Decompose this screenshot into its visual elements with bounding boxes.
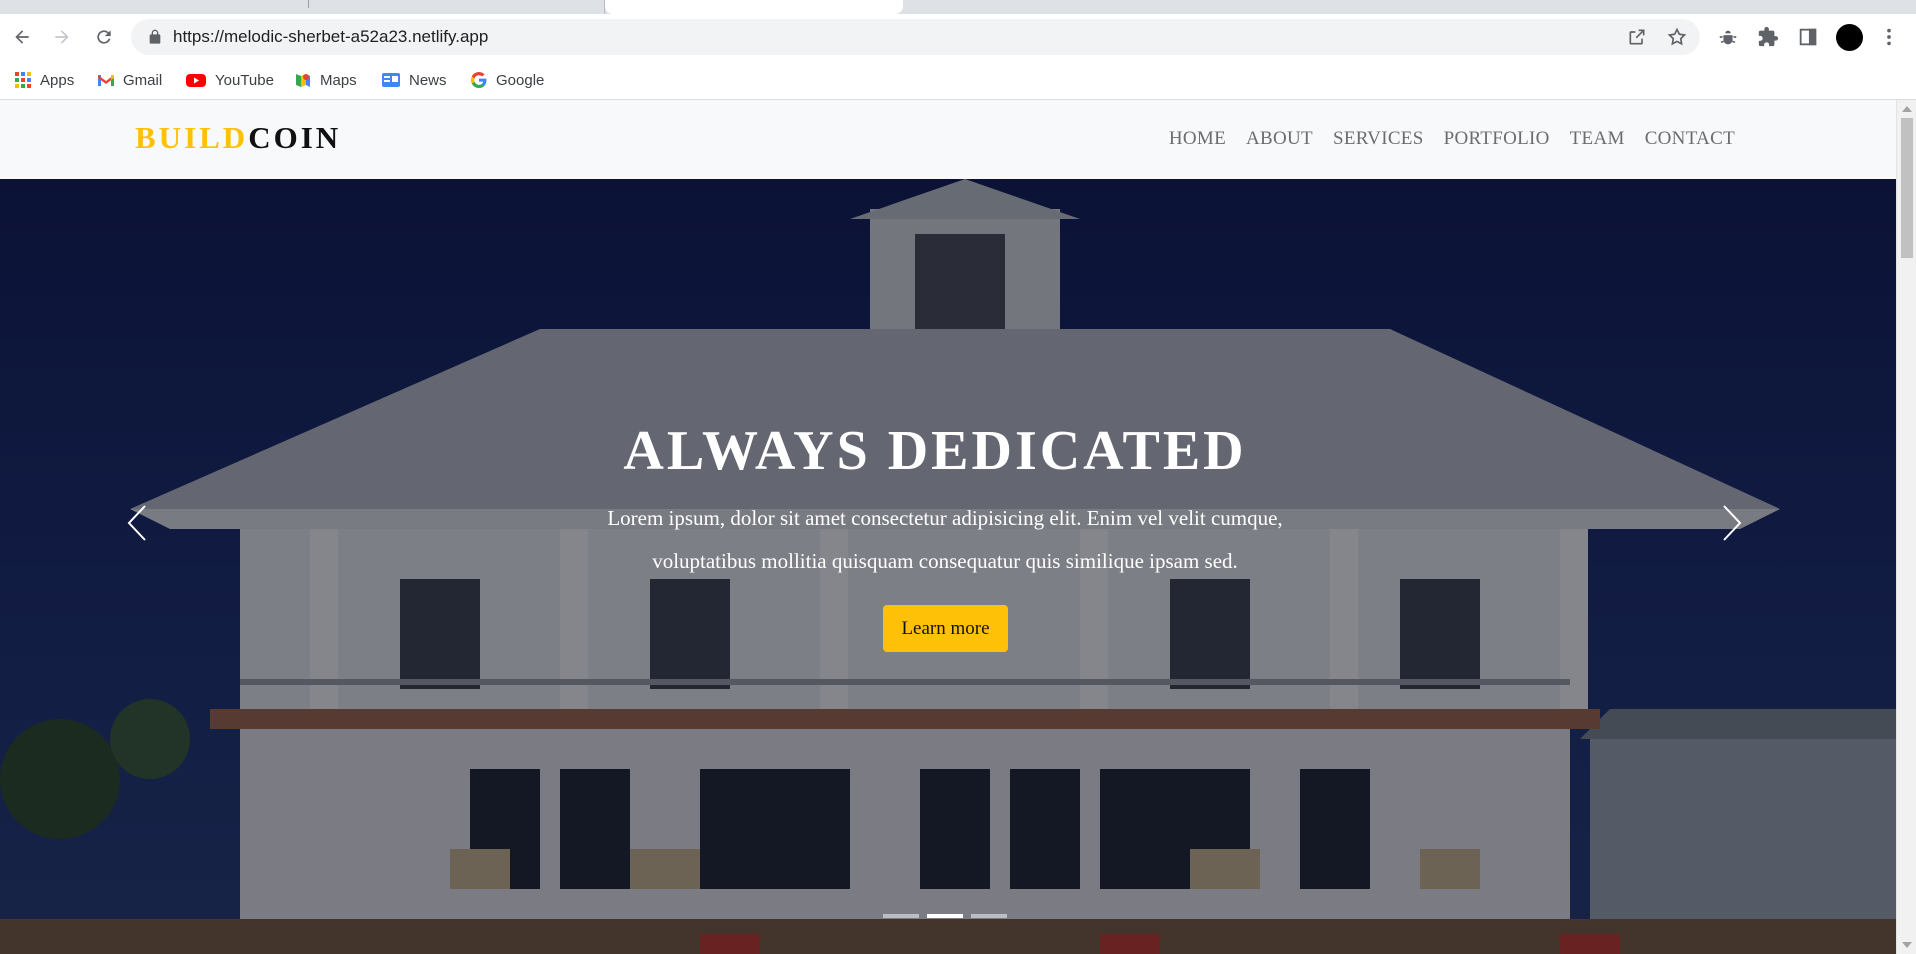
reload-icon — [97, 30, 111, 44]
tab-strip — [0, 0, 1916, 14]
bookmark-news[interactable]: News — [381, 69, 447, 91]
youtube-icon — [186, 74, 206, 87]
carousel-prev-button[interactable] — [117, 499, 157, 547]
lock-icon — [149, 29, 161, 44]
scroll-up-arrow[interactable] — [1902, 106, 1912, 112]
brand-part-coin: COIN — [248, 120, 342, 155]
browser-tab-active[interactable] — [605, 0, 903, 14]
hero-title: ALWAYS DEDICATED — [623, 420, 1247, 482]
carousel-indicator-3[interactable] — [971, 914, 1007, 918]
url-text[interactable]: https://melodic-sherbet-a52a23.netlify.a… — [173, 28, 488, 46]
scroll-down-arrow[interactable] — [1902, 942, 1912, 948]
site-menu: HOME ABOUT SERVICES PORTFOLIO TEAM CONTA… — [1169, 128, 1735, 150]
nav-link-contact[interactable]: CONTACT — [1645, 128, 1735, 150]
bookmarks-bar: Apps Gmail YouTube Maps News Google — [0, 60, 1916, 100]
web-page: BUILDCOIN HOME ABOUT SERVICES PORTFOLIO … — [0, 100, 1896, 954]
nav-link-portfolio[interactable]: PORTFOLIO — [1444, 128, 1550, 150]
hero-description: Lorem ipsum, dolor sit amet consectetur … — [607, 506, 1283, 573]
tab-separator — [308, 0, 309, 8]
nav-link-about[interactable]: ABOUT — [1246, 128, 1313, 150]
carousel-next-button[interactable] — [1712, 499, 1752, 547]
brand-logo[interactable]: BUILDCOIN — [135, 120, 341, 156]
back-arrow-icon — [15, 30, 29, 44]
tab-strip-empty — [903, 0, 1916, 14]
gmail-icon — [98, 75, 114, 86]
share-icon[interactable] — [1627, 27, 1647, 47]
brand-part-build: BUILD — [135, 120, 249, 155]
learn-more-button[interactable]: Learn more — [883, 605, 1008, 652]
forward-arrow-icon — [55, 30, 69, 44]
browser-tab-1[interactable] — [0, 0, 605, 14]
bookmark-label: Google — [496, 71, 545, 89]
bug-extension-icon[interactable] — [1717, 26, 1739, 48]
hero-carousel: ALWAYS DEDICATED Lorem ipsum, dolor sit … — [0, 179, 1896, 954]
page-scrollbar[interactable] — [1896, 100, 1916, 954]
bookmark-label: Gmail — [123, 71, 163, 89]
news-icon — [382, 73, 400, 87]
nav-link-team[interactable]: TEAM — [1570, 128, 1625, 150]
carousel-indicator-2[interactable] — [927, 914, 963, 918]
bookmark-label: Apps — [40, 71, 75, 89]
apps-grid-icon — [15, 72, 31, 88]
scroll-thumb[interactable] — [1901, 118, 1913, 258]
bookmark-star-icon[interactable] — [1667, 27, 1687, 47]
browser-toolbar: https://melodic-sherbet-a52a23.netlify.a… — [0, 14, 1916, 60]
bookmark-google[interactable]: Google — [470, 69, 544, 91]
side-panel-icon[interactable] — [1797, 26, 1819, 48]
forward-button[interactable] — [48, 23, 76, 51]
bookmark-gmail[interactable]: Gmail — [97, 69, 162, 91]
maps-icon — [296, 74, 310, 87]
google-icon — [470, 71, 487, 89]
bookmark-youtube[interactable]: YouTube — [185, 69, 274, 91]
chevron-right-icon — [1723, 505, 1742, 541]
nav-link-services[interactable]: SERVICES — [1333, 128, 1424, 150]
nav-link-home[interactable]: HOME — [1169, 128, 1226, 150]
bookmark-apps[interactable]: Apps — [14, 69, 74, 91]
carousel-indicators — [883, 914, 1007, 918]
address-bar[interactable]: https://melodic-sherbet-a52a23.netlify.a… — [131, 19, 1700, 55]
bookmark-label: YouTube — [215, 71, 274, 89]
bookmark-label: Maps — [320, 71, 357, 89]
site-navbar: BUILDCOIN HOME ABOUT SERVICES PORTFOLIO … — [0, 100, 1896, 179]
carousel-indicator-1[interactable] — [883, 914, 919, 918]
chevron-left-icon — [127, 505, 146, 541]
back-button[interactable] — [8, 23, 36, 51]
profile-avatar[interactable] — [1836, 24, 1863, 51]
reload-button[interactable] — [90, 23, 118, 51]
bookmark-label: News — [409, 71, 447, 89]
extensions-puzzle-icon[interactable] — [1757, 26, 1779, 48]
bookmark-maps[interactable]: Maps — [294, 69, 357, 91]
kebab-menu-icon[interactable] — [1878, 26, 1900, 48]
